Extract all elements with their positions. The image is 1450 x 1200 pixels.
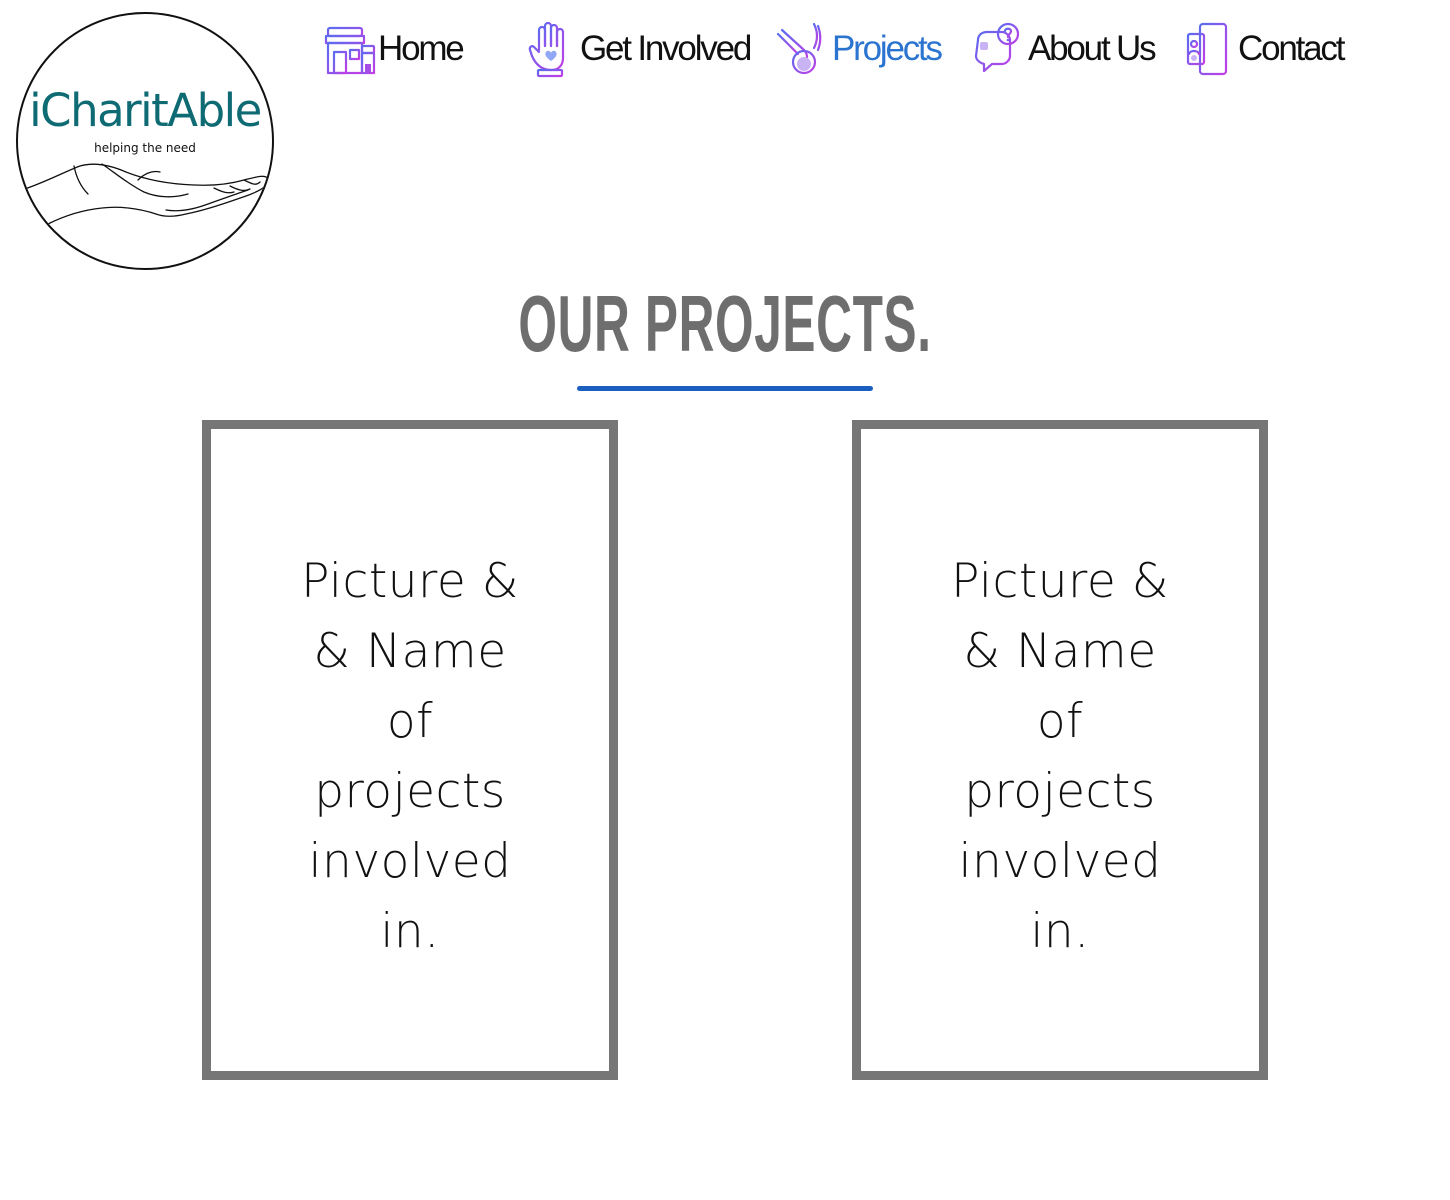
storefront-icon (320, 20, 378, 78)
project-card-line: projects (314, 764, 506, 819)
project-card-line: involved (958, 834, 1162, 889)
address-book-icon (1180, 20, 1238, 78)
project-card-line: in. (380, 904, 440, 959)
main-nav: Home Get Involved Projects About Us Cont… (0, 0, 1450, 100)
project-card-text: Picture & & Name of projects involved in… (861, 547, 1259, 967)
nav-label-get-involved: Get Involved (580, 29, 752, 68)
nav-item-get-involved[interactable]: Get Involved (522, 18, 752, 80)
nav-label-about-us: About Us (1028, 29, 1157, 68)
project-card-line: in. (1030, 904, 1090, 959)
project-card-line: of (1036, 694, 1084, 749)
nav-label-home: Home (378, 29, 465, 68)
brush-stroke-icon (774, 20, 832, 78)
nav-item-projects[interactable]: Projects (774, 18, 943, 80)
project-card[interactable]: Picture & & Name of projects involved in… (852, 420, 1268, 1080)
project-card-line: of (386, 694, 434, 749)
page: iCharitAble helping the need Home Get In… (0, 0, 1450, 1200)
raised-hand-heart-icon (522, 20, 580, 78)
project-card-line: Picture & (951, 554, 1169, 609)
project-card-text: Picture & & Name of projects involved in… (211, 547, 609, 967)
nav-item-contact[interactable]: Contact (1180, 18, 1345, 80)
project-card-line: involved (308, 834, 512, 889)
nav-item-about-us[interactable]: About Us (970, 18, 1157, 80)
project-card-line: projects (964, 764, 1156, 819)
nav-label-contact: Contact (1238, 29, 1345, 68)
project-card[interactable]: Picture & & Name of projects involved in… (202, 420, 618, 1080)
brand-tagline: helping the need (94, 141, 196, 155)
chat-question-icon (970, 20, 1028, 78)
page-title: OUR PROJECTS. (518, 279, 932, 368)
nav-item-home[interactable]: Home (320, 18, 465, 80)
project-card-line: & Name (963, 624, 1157, 679)
nav-label-projects: Projects (832, 29, 943, 68)
title-underline (577, 386, 873, 391)
project-card-line: Picture & (301, 554, 519, 609)
project-card-line: & Name (313, 624, 507, 679)
